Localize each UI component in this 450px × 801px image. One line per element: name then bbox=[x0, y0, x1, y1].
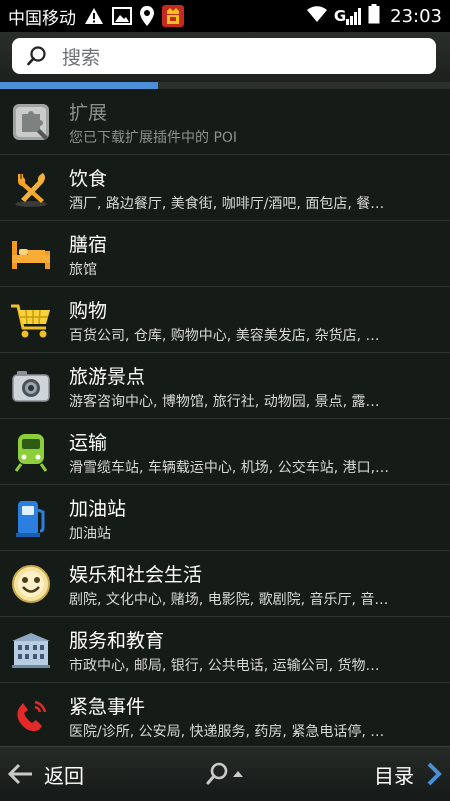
list-item-title: 旅游景点 bbox=[69, 366, 146, 388]
list-item-subtitle: 剧院, 文化中心, 赌场, 电影院, 歌剧院, 音乐厅, 音… bbox=[69, 592, 389, 608]
fuel-pump-icon bbox=[10, 497, 52, 539]
menu-button-label: 目录 bbox=[374, 763, 414, 788]
list-item-extension[interactable]: 扩展 您已下载扩展插件中的 POI bbox=[0, 89, 450, 155]
list-item-food[interactable]: 饮食 酒厂, 路边餐厅, 美食街, 咖啡厅/酒吧, 面包店, 餐… bbox=[0, 155, 450, 221]
list-item-transport[interactable]: 运输 滑雪缆车站, 车辆载运中心, 机场, 公交车站, 港口,… bbox=[0, 419, 450, 485]
puzzle-extension-icon bbox=[10, 101, 52, 143]
building-icon bbox=[10, 629, 52, 671]
app-notification-icon bbox=[162, 5, 184, 27]
list-item-title: 紧急事件 bbox=[69, 696, 146, 718]
battery-icon bbox=[368, 3, 380, 29]
poi-category-list: 扩展 您已下载扩展插件中的 POI 饮食 酒厂, 路边餐厅, 美食街, 咖啡厅/… bbox=[0, 89, 450, 749]
caret-up-icon bbox=[233, 771, 243, 777]
fork-knife-icon bbox=[10, 167, 52, 209]
list-item-services[interactable]: 服务和教育 市政中心, 邮局, 银行, 公共电话, 运输公司, 货物… bbox=[0, 617, 450, 683]
list-item-emergency[interactable]: 紧急事件 医院/诊所, 公安局, 快递服务, 药房, 紧急电话停, … bbox=[0, 683, 450, 749]
search-icon bbox=[27, 46, 46, 66]
wifi-icon bbox=[306, 5, 328, 28]
carrier-label: 中国移动 bbox=[8, 8, 76, 29]
image-icon bbox=[112, 7, 132, 25]
back-button[interactable]: 返回 bbox=[8, 747, 84, 801]
list-item-title: 购物 bbox=[69, 300, 108, 322]
smiley-icon bbox=[10, 563, 52, 605]
list-item-title: 娱乐和社会生活 bbox=[69, 564, 203, 586]
list-item-entertainment[interactable]: 娱乐和社会生活 剧院, 文化中心, 赌场, 电影院, 歌剧院, 音乐厅, 音… bbox=[0, 551, 450, 617]
list-item-gas-station[interactable]: 加油站 加油站 bbox=[0, 485, 450, 551]
list-item-subtitle: 医院/诊所, 公安局, 快递服务, 药房, 紧急电话停, … bbox=[69, 724, 385, 740]
list-item-subtitle: 加油站 bbox=[69, 526, 111, 542]
location-pin-icon bbox=[140, 6, 154, 26]
status-bar: 中国移动 G 23:03 bbox=[0, 0, 450, 32]
list-item-title: 膳宿 bbox=[69, 234, 108, 256]
menu-button[interactable]: 目录 bbox=[374, 747, 442, 801]
emergency-phone-icon bbox=[10, 695, 52, 737]
search-options-button[interactable] bbox=[205, 747, 245, 801]
train-icon bbox=[10, 431, 52, 473]
search-icon bbox=[206, 762, 228, 785]
list-item-subtitle: 酒厂, 路边餐厅, 美食街, 咖啡厅/酒吧, 面包店, 餐… bbox=[69, 196, 385, 212]
bottom-bar: 返回 目录 bbox=[0, 746, 450, 801]
search-header: 搜索 bbox=[0, 32, 450, 82]
list-item-subtitle: 游客咨询中心, 博物馆, 旅行社, 动物园, 景点, 露… bbox=[69, 394, 380, 410]
list-item-title: 扩展 bbox=[69, 102, 108, 124]
list-item-title: 运输 bbox=[69, 432, 108, 454]
list-item-subtitle: 滑雪缆车站, 车辆载运中心, 机场, 公交车站, 港口,… bbox=[69, 460, 390, 476]
list-item-subtitle: 市政中心, 邮局, 银行, 公共电话, 运输公司, 货物… bbox=[69, 658, 380, 674]
list-item-shopping[interactable]: 购物 百货公司, 仓库, 购物中心, 美容美发店, 杂货店, … bbox=[0, 287, 450, 353]
bed-icon bbox=[10, 233, 52, 275]
back-button-label: 返回 bbox=[44, 763, 84, 788]
list-item-subtitle: 百货公司, 仓库, 购物中心, 美容美发店, 杂货店, … bbox=[69, 328, 380, 344]
warning-icon bbox=[84, 7, 104, 25]
loading-progress-bar bbox=[0, 82, 450, 89]
search-placeholder: 搜索 bbox=[62, 46, 101, 69]
list-item-subtitle: 您已下载扩展插件中的 POI bbox=[69, 130, 238, 146]
network-type-label: G bbox=[333, 7, 347, 25]
signal-icon: G bbox=[334, 7, 362, 25]
list-item-title: 饮食 bbox=[69, 168, 108, 190]
list-item-title: 加油站 bbox=[69, 498, 127, 520]
camera-icon bbox=[10, 365, 52, 407]
arrow-left-icon bbox=[8, 763, 32, 785]
shopping-cart-icon bbox=[10, 299, 52, 341]
list-item-subtitle: 旅馆 bbox=[69, 262, 97, 278]
list-item-title: 服务和教育 bbox=[69, 630, 165, 652]
loading-progress-fill bbox=[0, 82, 158, 89]
clock: 23:03 bbox=[390, 5, 442, 27]
list-item-lodging[interactable]: 膳宿 旅馆 bbox=[0, 221, 450, 287]
chevron-right-icon bbox=[427, 762, 442, 786]
search-input[interactable]: 搜索 bbox=[12, 38, 436, 74]
list-item-tourism[interactable]: 旅游景点 游客咨询中心, 博物馆, 旅行社, 动物园, 景点, 露… bbox=[0, 353, 450, 419]
